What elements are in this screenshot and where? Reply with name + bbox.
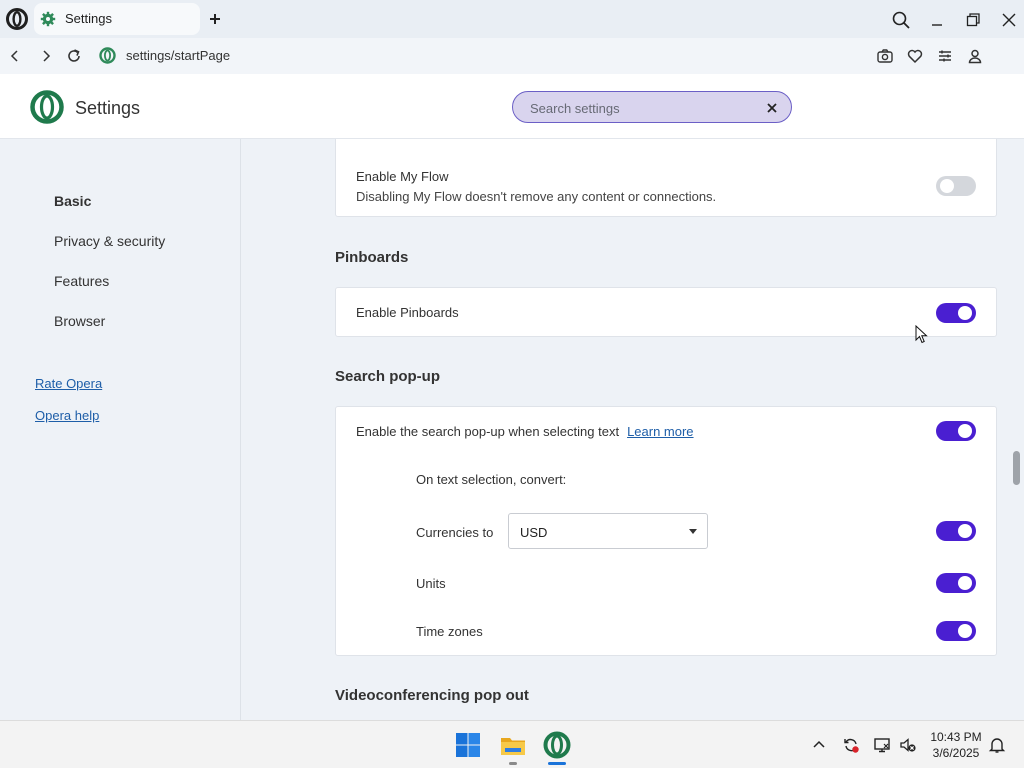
content-scrollbar-thumb[interactable] — [1013, 451, 1020, 485]
explorer-indicator — [509, 762, 517, 765]
heart-icon[interactable] — [906, 47, 924, 65]
notification-bell-icon[interactable] — [988, 736, 1006, 754]
pinboards-label: Enable Pinboards — [356, 305, 459, 320]
rate-opera-link[interactable]: Rate Opera — [35, 376, 102, 391]
chevron-up-icon[interactable] — [810, 736, 828, 754]
forward-icon[interactable] — [37, 47, 55, 65]
sidebar-item-basic[interactable]: Basic — [54, 193, 91, 209]
pinboards-toggle[interactable] — [936, 303, 976, 323]
camera-icon[interactable] — [876, 47, 894, 65]
file-explorer-icon[interactable] — [499, 731, 527, 759]
clock-time: 10:43 PM — [930, 730, 982, 744]
sidebar: Basic Privacy & security Features Browse… — [0, 139, 241, 720]
sidebar-item-privacy-security[interactable]: Privacy & security — [54, 233, 165, 249]
mouse-cursor-icon — [915, 325, 929, 345]
tab-bar: Settings — [0, 0, 1024, 38]
sync-alert-icon[interactable] — [842, 736, 860, 754]
network-icon[interactable] — [873, 736, 891, 754]
opera-menu-icon[interactable] — [6, 8, 28, 30]
profile-icon[interactable] — [966, 47, 984, 65]
search-popup-label: Enable the search pop-up when selecting … — [356, 424, 694, 439]
myflow-toggle[interactable] — [936, 176, 976, 196]
reload-icon[interactable] — [65, 47, 83, 65]
currency-value: USD — [520, 525, 548, 540]
opera-active-indicator — [548, 762, 566, 765]
system-clock[interactable]: 10:43 PM 3/6/2025 — [925, 729, 987, 761]
easy-setup-icon[interactable] — [936, 47, 954, 65]
page-title: Settings — [75, 98, 141, 118]
myflow-card: Enable My Flow Disabling My Flow doesn't… — [335, 139, 997, 217]
minimize-icon[interactable] — [927, 10, 947, 30]
settings-header: Settings — [0, 74, 1024, 139]
pinboards-card: Enable Pinboards — [335, 287, 997, 337]
address-field[interactable]: settings/startPage — [126, 48, 230, 63]
back-icon[interactable] — [6, 47, 24, 65]
opera-help-link[interactable]: Opera help — [35, 408, 99, 423]
units-toggle[interactable] — [936, 573, 976, 593]
search-popup-label-text: Enable the search pop-up when selecting … — [356, 424, 620, 439]
close-icon[interactable] — [999, 10, 1019, 30]
videoconf-heading: Videoconferencing pop out — [335, 687, 529, 704]
opera-logo-icon — [30, 90, 64, 124]
search-box — [512, 91, 792, 123]
gear-icon — [40, 11, 56, 27]
new-tab-icon[interactable] — [205, 9, 225, 29]
settings-main: Enable My Flow Disabling My Flow doesn't… — [241, 139, 1024, 720]
sidebar-item-features[interactable]: Features — [54, 273, 109, 289]
search-popup-heading: Search pop-up — [335, 368, 441, 385]
myflow-label: Enable My Flow — [356, 169, 449, 184]
restore-icon[interactable] — [963, 10, 983, 30]
currencies-label: Currencies to — [416, 525, 494, 540]
volume-muted-icon[interactable] — [899, 736, 917, 754]
learn-more-link[interactable]: Learn more — [627, 424, 693, 439]
convert-label: On text selection, convert: — [416, 472, 567, 487]
search-popup-toggle[interactable] — [936, 421, 976, 441]
clear-search-icon[interactable] — [765, 101, 779, 115]
opera-taskbar-icon[interactable] — [543, 731, 571, 759]
timezones-toggle[interactable] — [936, 621, 976, 641]
taskbar: 10:43 PM 3/6/2025 — [0, 720, 1024, 768]
address-bar: settings/startPage — [0, 38, 1024, 102]
pinboards-heading: Pinboards — [335, 249, 409, 266]
search-popup-card: Enable the search pop-up when selecting … — [335, 406, 997, 656]
tab-title: Settings — [65, 11, 112, 26]
currencies-toggle[interactable] — [936, 521, 976, 541]
windows-start-icon[interactable] — [454, 731, 482, 759]
chevron-down-icon — [689, 529, 697, 534]
currency-select[interactable]: USD — [508, 513, 708, 549]
tab-settings[interactable]: Settings — [34, 3, 200, 35]
timezones-label: Time zones — [416, 624, 483, 639]
search-tabs-icon[interactable] — [891, 10, 911, 30]
units-label: Units — [416, 576, 446, 591]
search-input[interactable] — [530, 98, 750, 118]
sidebar-item-browser[interactable]: Browser — [54, 313, 105, 329]
opera-site-icon — [99, 47, 116, 64]
myflow-description: Disabling My Flow doesn't remove any con… — [356, 189, 717, 204]
clock-date: 3/6/2025 — [932, 746, 980, 760]
